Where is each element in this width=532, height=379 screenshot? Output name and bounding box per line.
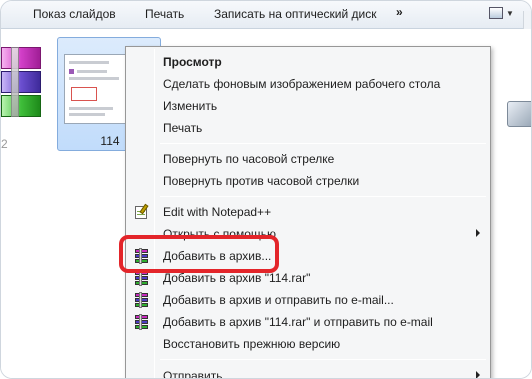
- menu-item-add-114-rar-and-email[interactable]: Добавить в архив "114.rar" и отправить п…: [128, 311, 488, 333]
- scrollbar[interactable]: [523, 11, 531, 29]
- menu-item-label: Добавить в архив "114.rar" и отправить п…: [163, 315, 433, 329]
- winrar-archive-icon[interactable]: [1, 47, 43, 135]
- menu-item-preview[interactable]: Просмотр: [128, 51, 488, 73]
- file-caption: 2: [1, 137, 8, 151]
- burn-disc-button[interactable]: Записать на оптический диск: [214, 7, 377, 21]
- menu-item-edit[interactable]: Изменить: [128, 95, 488, 117]
- change-view-icon[interactable]: [489, 7, 503, 19]
- menu-item-label: Просмотр: [163, 55, 222, 69]
- menu-item-send-to[interactable]: Отправить: [128, 365, 488, 379]
- menu-item-label: Сделать фоновым изображением рабочего ст…: [163, 77, 441, 91]
- menu-item-rotate-counterclockwise[interactable]: Повернуть против часовой стрелки: [128, 170, 488, 192]
- winrar-icon: [134, 292, 150, 308]
- menu-item-print[interactable]: Печать: [128, 117, 488, 139]
- menu-item-add-and-email[interactable]: Добавить в архив и отправить по e-mail..…: [128, 289, 488, 311]
- menu-item-label: Восстановить прежнюю версию: [163, 337, 341, 351]
- folder-icon[interactable]: [507, 101, 531, 127]
- print-button[interactable]: Печать: [145, 7, 184, 21]
- menu-item-label: Печать: [163, 121, 203, 135]
- menu-item-edit-notepadpp[interactable]: Edit with Notepad++: [128, 201, 488, 223]
- submenu-arrow-icon: [476, 371, 480, 378]
- winrar-icon: [134, 314, 150, 330]
- menu-separator: [160, 196, 486, 197]
- command-bar: Показ слайдов Печать Записать на оптичес…: [1, 1, 531, 29]
- menu-item-label: Отправить: [163, 369, 223, 379]
- view-options-arrow-icon[interactable]: ▼: [506, 9, 514, 18]
- image-thumbnail: [64, 54, 132, 124]
- menu-item-label: Добавить в архив и отправить по e-mail..…: [163, 293, 394, 307]
- menu-item-rotate-clockwise[interactable]: Повернуть по часовой стрелке: [128, 148, 488, 170]
- notepad-plus-plus-icon: [134, 203, 150, 220]
- submenu-arrow-icon: [476, 229, 480, 237]
- slideshow-button[interactable]: Показ слайдов: [33, 7, 116, 21]
- context-menu: Просмотр Сделать фоновым изображением ра…: [125, 46, 491, 379]
- menu-separator: [160, 359, 486, 360]
- highlight-annotation: [119, 235, 279, 273]
- menu-item-label: Повернуть по часовой стрелке: [163, 152, 335, 166]
- menu-item-set-wallpaper[interactable]: Сделать фоновым изображением рабочего ст…: [128, 73, 488, 95]
- menu-item-restore-previous-version[interactable]: Восстановить прежнюю версию: [128, 333, 488, 355]
- menu-item-label: Изменить: [163, 99, 218, 113]
- explorer-window: Показ слайдов Печать Записать на оптичес…: [0, 0, 532, 379]
- menu-item-label: Edit with Notepad++: [163, 205, 272, 219]
- menu-item-label: Повернуть против часовой стрелки: [163, 174, 360, 188]
- menu-item-label: Добавить в архив "114.rar": [163, 271, 311, 285]
- menu-separator: [160, 143, 486, 144]
- more-commands-chevron-icon[interactable]: »: [396, 5, 403, 19]
